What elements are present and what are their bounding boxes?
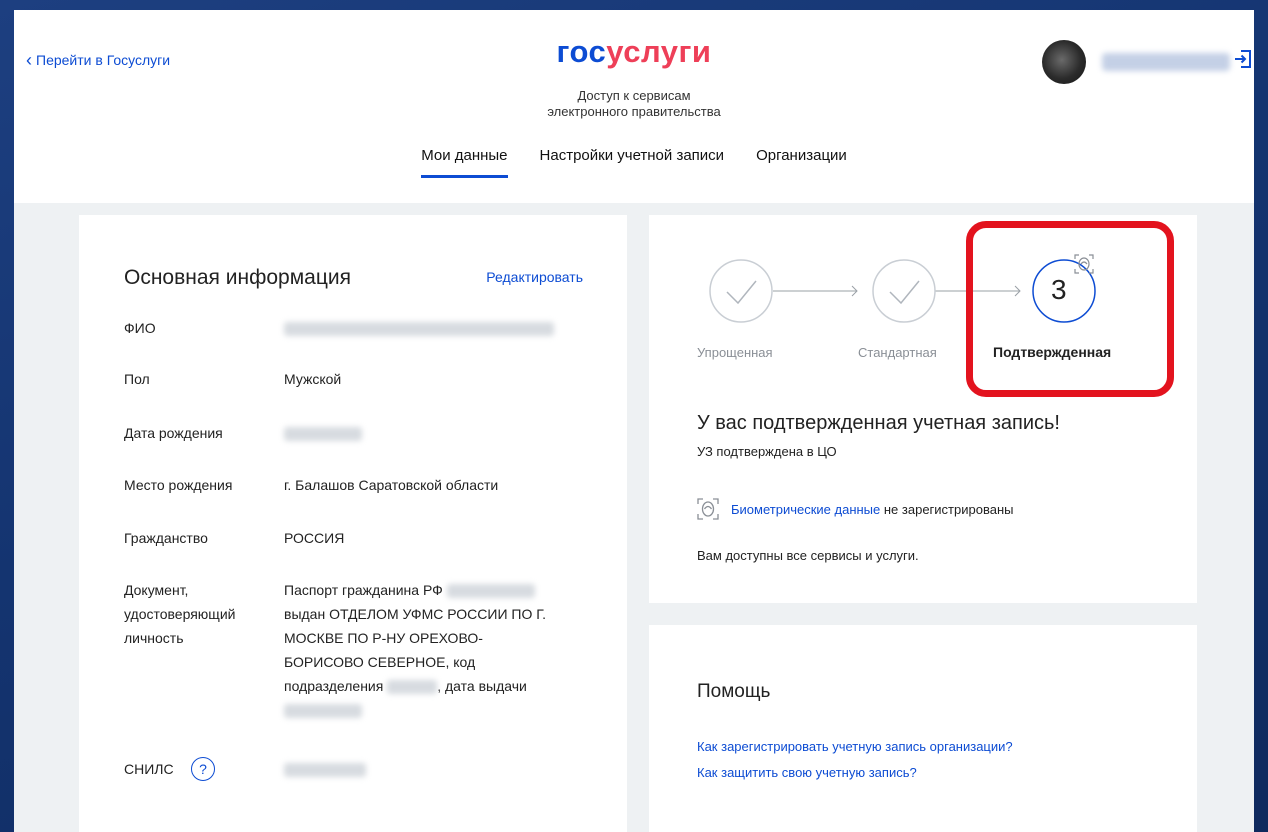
document-type: Паспорт гражданина РФ — [284, 582, 443, 598]
document-line: Паспорт гражданина РФ — [284, 578, 594, 602]
username-redacted[interactable] — [1102, 53, 1230, 71]
checkmark-icon — [889, 280, 920, 305]
birth-date-value-redacted — [284, 421, 362, 445]
logo-part-uslugi: услуги — [606, 34, 712, 69]
document-label: Документ, удостоверяющий личность — [124, 578, 235, 650]
issue-date-redacted — [284, 704, 362, 719]
help-link-protect-account[interactable]: Как защитить свою учетную запись? — [697, 765, 917, 780]
tab-organizations[interactable]: Организации — [756, 147, 847, 178]
biometric-icon — [697, 498, 719, 520]
division-code-label: подразделения — [284, 678, 384, 694]
edit-link[interactable]: Редактировать — [486, 269, 583, 285]
snils-value-redacted — [284, 757, 366, 781]
checkmark-icon — [726, 280, 757, 305]
step-2-circle — [872, 259, 936, 323]
help-card: Помощь Как зарегистрировать учетную запи… — [649, 625, 1197, 832]
account-status-card: 3 Упрощенная Стандартная Подтвержденная … — [649, 215, 1197, 603]
help-link-register-org[interactable]: Как зарегистрировать учетную запись орга… — [697, 739, 1013, 754]
birth-place-value: г. Балашов Саратовской области — [284, 477, 499, 493]
snils-help-icon[interactable]: ? — [191, 757, 215, 781]
logout-icon[interactable] — [1232, 48, 1254, 70]
document-line: БОРИСОВО СЕВЕРНОЕ, код — [284, 654, 476, 670]
status-subtitle: УЗ подтверждена в ЦО — [697, 444, 837, 459]
biometric-row: Биометрические данные не зарегистрирован… — [697, 498, 1013, 520]
fio-label: ФИО — [124, 320, 156, 336]
issue-date-label: , дата выдачи — [437, 678, 527, 694]
document-label-line: Документ, — [124, 582, 189, 598]
header: ‹ Перейти в Госуслуги госуслуги Доступ к… — [14, 10, 1254, 203]
logo-subtitle: Доступ к сервисам электронного правитель… — [14, 88, 1254, 120]
main-info-title: Основная информация — [124, 266, 351, 289]
birth-place-label: Место рождения — [124, 477, 233, 493]
document-value: Паспорт гражданина РФ выдан ОТДЕЛОМ УФМС… — [284, 578, 594, 722]
biometric-data-link[interactable]: Биометрические данные — [731, 502, 880, 517]
citizenship-label: Гражданство — [124, 530, 208, 546]
snils-label: СНИЛС — [124, 761, 174, 777]
avatar[interactable] — [1042, 40, 1086, 84]
app-window: ‹ Перейти в Госуслуги госуслуги Доступ к… — [14, 10, 1254, 832]
division-code-redacted — [387, 680, 438, 695]
main-nav: Мои данные Настройки учетной записи Орга… — [14, 147, 1254, 178]
gender-label: Пол — [124, 371, 150, 387]
passport-number-redacted — [446, 584, 535, 599]
logo-part-gos: гос — [556, 34, 607, 69]
tab-account-settings[interactable]: Настройки учетной записи — [540, 147, 725, 178]
citizenship-value: РОССИЯ — [284, 530, 345, 546]
step-1-label: Упрощенная — [697, 345, 773, 360]
highlight-frame — [966, 221, 1174, 397]
step-2-label: Стандартная — [858, 345, 937, 360]
subtitle-line-2: электронного правительства — [547, 104, 721, 119]
status-title: У вас подтвержденная учетная запись! — [697, 412, 1060, 434]
subtitle-line-1: Доступ к сервисам — [577, 88, 691, 103]
step-1-circle — [709, 259, 773, 323]
document-line — [284, 698, 594, 722]
biometric-status-text: не зарегистрированы — [883, 501, 1014, 517]
main-info-card: Основная информация Редактировать ФИО По… — [79, 215, 627, 832]
services-text: Вам доступны все сервисы и услуги. — [697, 548, 919, 563]
document-line: МОСКВЕ ПО Р-НУ ОРЕХОВО- — [284, 630, 483, 646]
tab-my-data[interactable]: Мои данные — [421, 147, 508, 178]
document-label-line: личность — [124, 630, 184, 646]
help-title: Помощь — [697, 681, 771, 702]
document-label-line: удостоверяющий — [124, 606, 236, 622]
gender-value: Мужской — [284, 371, 342, 387]
birth-date-label: Дата рождения — [124, 425, 223, 441]
fio-value-redacted — [284, 316, 554, 340]
document-line: подразделения , дата выдачи — [284, 674, 594, 698]
document-line: выдан ОТДЕЛОМ УФМС РОССИИ ПО Г. — [284, 606, 546, 622]
